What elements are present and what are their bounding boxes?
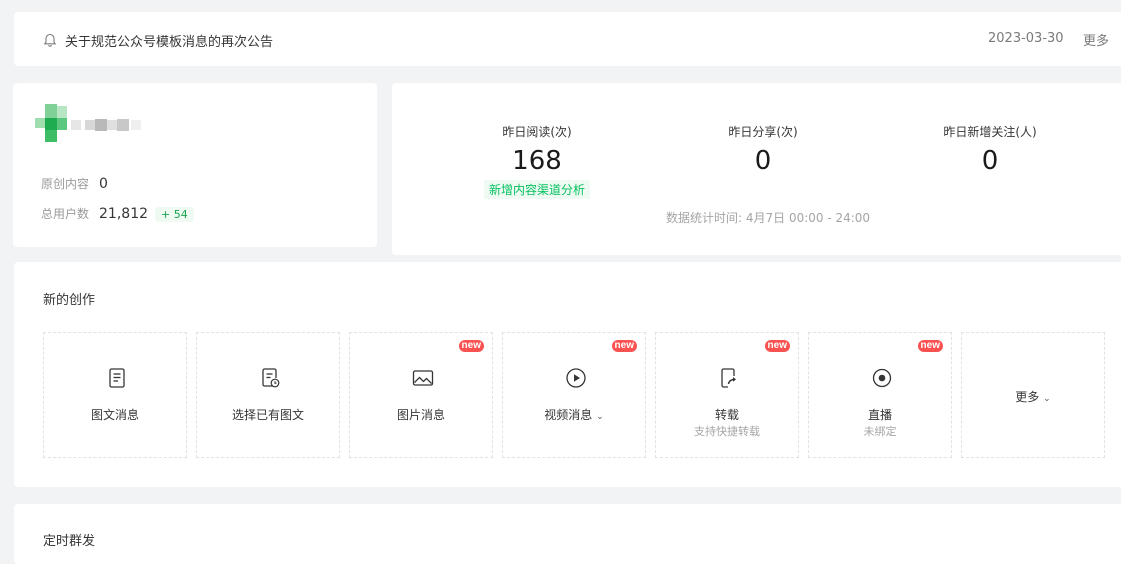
stat-yesterday-follows: 昨日新增关注(人) 0 — [890, 123, 1090, 176]
announcement-bar: 关于规范公众号模板消息的再次公告 2023-03-30 更多 — [14, 12, 1121, 66]
create-image-label: 图片消息 — [396, 408, 445, 422]
stat-follows-value: 0 — [981, 146, 999, 176]
new-badge: new — [611, 340, 637, 352]
create-image-tile[interactable]: new 图片消息 — [349, 332, 493, 458]
more-creation-tile[interactable]: 更多 ⌄ — [961, 332, 1105, 458]
chevron-down-icon: ⌄ — [1043, 394, 1051, 404]
stats-time-range: 数据统计时间: 4月7日 00:00 - 24:00 — [666, 211, 871, 225]
more-creation-label: 更多 ⌄ — [1015, 390, 1051, 404]
stat-yesterday-reads: 昨日阅读(次) 168 新增内容渠道分析 — [437, 123, 637, 199]
select-existing-article-label: 选择已有图文 — [231, 408, 304, 422]
stat-yesterday-shares: 昨日分享(次) 0 — [663, 123, 863, 176]
select-existing-article-tile[interactable]: 选择已有图文 — [196, 332, 340, 458]
document-icon — [109, 368, 125, 388]
live-tile[interactable]: new 直播 未绑定 — [808, 332, 952, 458]
total-users-row: 总用户数 21,812 + 54 — [41, 205, 194, 222]
new-badge: new — [917, 340, 943, 352]
stat-reads-value: 168 — [512, 146, 562, 176]
account-avatar — [35, 104, 141, 142]
original-content-value: 0 — [99, 176, 108, 192]
live-record-icon — [872, 368, 892, 388]
account-card: 原创内容 0 总用户数 21,812 + 54 — [13, 83, 377, 247]
live-status: 未绑定 — [863, 425, 897, 438]
play-circle-icon — [566, 368, 586, 388]
repost-label: 转载 — [714, 408, 739, 422]
create-article-label: 图文消息 — [90, 408, 139, 422]
bell-icon — [43, 33, 57, 47]
total-users-value: 21,812 — [99, 206, 149, 222]
announcement-date: 2023-03-30 — [988, 31, 1064, 46]
section-title-scheduled: 定时群发 — [43, 534, 96, 549]
stats-card: 昨日阅读(次) 168 新增内容渠道分析 昨日分享(次) 0 昨日新增关注(人)… — [392, 83, 1121, 255]
stat-shares-label: 昨日分享(次) — [728, 125, 798, 139]
document-clock-icon — [262, 368, 280, 388]
announcement-link[interactable]: 关于规范公众号模板消息的再次公告 — [65, 31, 273, 50]
users-growth-badge: + 54 — [155, 207, 194, 222]
original-content-row: 原创内容 0 — [41, 175, 108, 192]
stat-reads-label: 昨日阅读(次) — [502, 125, 572, 139]
image-icon — [412, 370, 434, 386]
live-label: 直播 — [867, 408, 892, 422]
repost-subtitle: 支持快捷转载 — [694, 425, 760, 438]
section-title-new-creation: 新的创作 — [43, 293, 96, 308]
create-video-label: 视频消息 ⌄ — [544, 408, 604, 422]
original-content-label: 原创内容 — [41, 177, 90, 191]
chevron-down-icon: ⌄ — [596, 412, 604, 422]
total-users-label: 总用户数 — [41, 207, 90, 221]
repost-tile[interactable]: new 转载 支持快捷转载 — [655, 332, 799, 458]
stat-shares-value: 0 — [754, 146, 772, 176]
create-article-tile[interactable]: 图文消息 — [43, 332, 187, 458]
new-creation-card: 新的创作 图文消息 选择已有图文 new 图片消息 new 视频消息 ⌄ new… — [14, 262, 1121, 487]
scheduled-broadcast-card: 定时群发 — [14, 504, 1121, 564]
announcement-more-link[interactable]: 更多 — [1083, 30, 1109, 49]
content-channel-analysis-link[interactable]: 新增内容渠道分析 — [483, 180, 590, 199]
new-badge: new — [458, 340, 484, 352]
create-video-tile[interactable]: new 视频消息 ⌄ — [502, 332, 646, 458]
new-badge: new — [764, 340, 790, 352]
share-arrow-icon — [721, 368, 736, 388]
stat-follows-label: 昨日新增关注(人) — [943, 125, 1037, 139]
